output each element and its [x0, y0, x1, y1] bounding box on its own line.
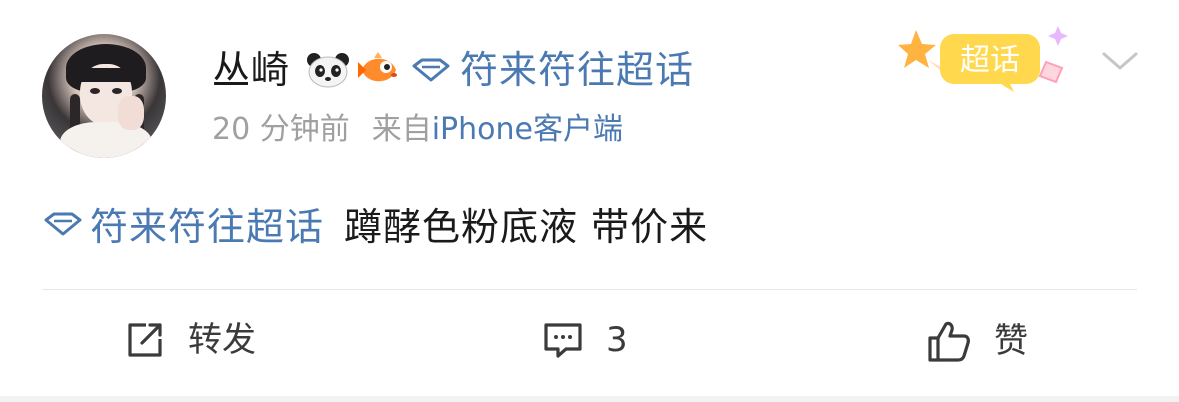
- like-button[interactable]: 赞: [926, 318, 1028, 364]
- source-prefix: 来自: [371, 112, 432, 147]
- chevron-down-icon[interactable]: [1098, 46, 1142, 76]
- panda-icon: [307, 53, 349, 88]
- like-label: 赞: [994, 321, 1028, 361]
- share-icon: [128, 323, 162, 357]
- avatar-eye-left: [90, 88, 100, 94]
- avatar-bangs: [74, 68, 138, 82]
- diamond-icon: [44, 212, 82, 235]
- diamond-icon: [412, 58, 450, 82]
- content-topic-link[interactable]: 符来符往超话: [90, 196, 324, 251]
- forward-label: 转发: [188, 320, 256, 360]
- source-client[interactable]: iPhone客户端: [432, 110, 623, 150]
- post-content: 符来符往超话 蹲酵色粉底液 带价来: [44, 196, 708, 251]
- badge-label: 超话: [960, 43, 1020, 78]
- avatar[interactable]: [42, 34, 166, 158]
- content-text: 蹲酵色粉底液 带价来: [344, 205, 709, 249]
- forward-button[interactable]: 转发: [124, 318, 256, 362]
- comment-count: 3: [606, 320, 628, 360]
- comment-icon: [544, 323, 582, 358]
- avatar-hand: [118, 96, 144, 130]
- fish-icon: [358, 52, 397, 82]
- username[interactable]: 丛崎: [212, 46, 290, 94]
- super-topic-badge[interactable]: 超话: [898, 16, 1076, 102]
- super-topic-link[interactable]: 符来符往超话: [412, 46, 694, 94]
- post-meta: 20 分钟前 来自 iPhone客户端: [212, 110, 623, 150]
- avatar-eye-right: [112, 88, 122, 94]
- thumbs-up-icon: [928, 321, 970, 362]
- divider: [42, 289, 1137, 290]
- post-time: 20 分钟前: [212, 112, 350, 147]
- super-topic-name: 符来符往超话: [460, 48, 695, 92]
- bottom-separator: [0, 396, 1179, 402]
- comment-button[interactable]: 3: [542, 318, 628, 362]
